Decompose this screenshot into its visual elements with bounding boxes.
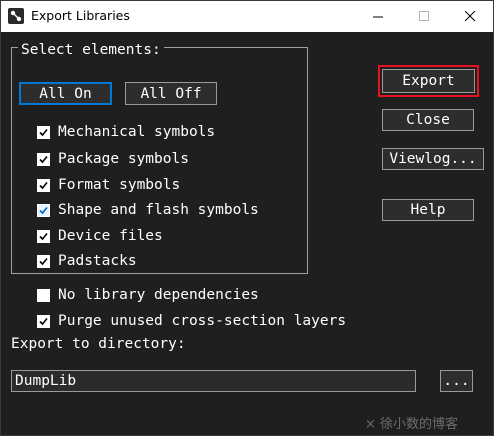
export-button[interactable]: Export [382,69,475,93]
checkbox-package-symbols[interactable]: Package symbols [37,150,189,168]
all-on-button[interactable]: All On [19,82,112,105]
export-libraries-window: Export Libraries Select elements: All On… [0,0,494,436]
viewlog-button[interactable]: Viewlog... [382,148,484,170]
watermark-text: × 徐小数的博客 [365,417,459,432]
check-icon [39,317,48,325]
checkbox-purge-unused-cross-section-layers[interactable]: Purge unused cross-section layers [37,312,346,330]
all-off-button[interactable]: All Off [125,82,217,105]
checkbox-padstacks[interactable]: Padstacks [37,252,137,270]
maximize-button [401,1,447,32]
checkbox-box[interactable] [37,178,50,192]
checkbox-box[interactable] [37,288,50,302]
checkbox-no-library-dependencies[interactable]: No library dependencies [37,286,259,304]
checkbox-box[interactable] [37,229,50,243]
check-icon [39,128,48,136]
close-window-button[interactable] [447,1,493,32]
export-directory-label: Export to directory: [11,336,186,352]
checkbox-device-files[interactable]: Device files [37,227,163,245]
window-title: Export Libraries [31,8,130,23]
checkbox-label: Shape and flash symbols [58,202,259,218]
checkbox-mechanical-symbols[interactable]: Mechanical symbols [37,123,215,141]
checkbox-label: Package symbols [58,151,189,167]
check-icon [39,257,48,265]
export-directory-input[interactable] [11,370,416,392]
app-icon [8,8,24,24]
checkbox-label: Purge unused cross-section layers [58,313,347,329]
title-bar: Export Libraries [1,1,493,32]
checkbox-label: Mechanical symbols [58,124,216,140]
maximize-icon [418,11,429,21]
checkbox-box[interactable] [37,203,50,217]
check-icon [39,155,48,163]
checkbox-format-symbols[interactable]: Format symbols [37,176,180,194]
checkbox-shape-and-flash-symbols[interactable]: Shape and flash symbols [37,201,259,219]
minimize-button[interactable] [355,1,401,32]
close-icon [464,11,475,22]
checkbox-label: Device files [58,228,163,244]
checkbox-label: Format symbols [58,177,181,193]
checkbox-box[interactable] [37,254,50,268]
help-button[interactable]: Help [382,199,474,221]
check-icon [39,232,48,240]
close-button[interactable]: Close [382,109,474,131]
check-icon [39,181,48,189]
browse-button[interactable]: ... [440,370,473,392]
checkbox-box[interactable] [37,314,50,328]
select-elements-label: Select elements: [18,42,164,58]
minimize-icon [372,16,383,18]
checkbox-box[interactable] [37,152,50,166]
check-icon [39,206,48,214]
checkbox-box[interactable] [37,125,50,139]
checkbox-label: No library dependencies [58,287,259,303]
checkbox-label: Padstacks [58,253,137,269]
